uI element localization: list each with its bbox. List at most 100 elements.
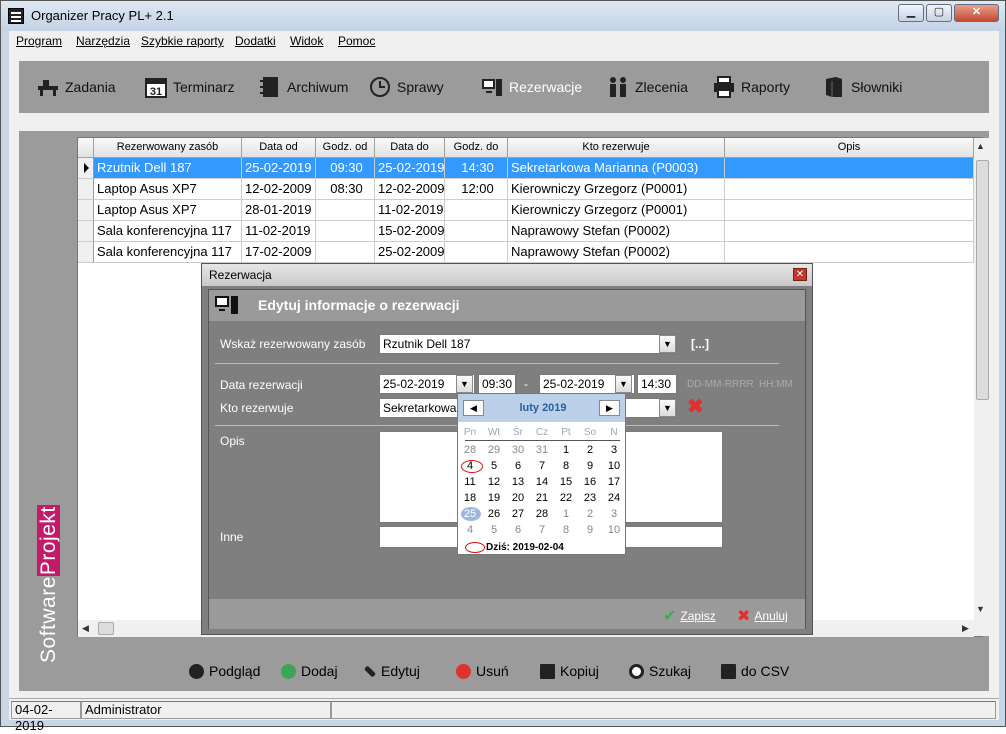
cell-godz-od[interactable]: [316, 221, 375, 242]
date-to-dropdown-button[interactable]: ▼: [615, 375, 632, 393]
scroll-right-icon[interactable]: ▶: [962, 623, 969, 634]
table-row[interactable]: Sala konferencyjna 117 17-02-2009 25-02-…: [78, 242, 974, 263]
cell-kto[interactable]: Sekretarkowa Marianna (P0003): [508, 158, 725, 179]
cell-data-do[interactable]: 11-02-2019: [375, 200, 445, 221]
calendar-day[interactable]: 19: [482, 492, 506, 504]
calendar-day[interactable]: 8: [554, 460, 578, 472]
cell-zasob[interactable]: Laptop Asus XP7: [94, 179, 242, 200]
table-row[interactable]: Rzutnik Dell 187 25-02-2019 09:30 25-02-…: [78, 158, 974, 179]
toolbar-slowniki[interactable]: Słowniki: [823, 73, 902, 101]
calendar-day[interactable]: 25: [458, 508, 482, 520]
next-month-button[interactable]: ▶: [599, 400, 620, 416]
cell-godz-do[interactable]: [445, 242, 508, 263]
dialog-close-button[interactable]: ✕: [793, 268, 807, 281]
calendar-day[interactable]: 14: [530, 476, 554, 488]
cell-godz-od[interactable]: [316, 200, 375, 221]
calendar-day[interactable]: 29: [482, 444, 506, 456]
calendar-day[interactable]: 28: [530, 508, 554, 520]
calendar-day[interactable]: 20: [506, 492, 530, 504]
col-header-opis[interactable]: Opis: [725, 138, 974, 158]
toolbar-terminarz[interactable]: 31 Terminarz: [145, 73, 234, 101]
col-header-data-do[interactable]: Data do: [375, 138, 445, 158]
calendar-day[interactable]: 2: [578, 444, 602, 456]
close-button[interactable]: ✕: [954, 4, 999, 22]
cell-data-do[interactable]: 25-02-2009: [375, 242, 445, 263]
calendar-day[interactable]: 28: [458, 444, 482, 456]
calendar-day[interactable]: 18: [458, 492, 482, 504]
minimize-button[interactable]: ▁: [898, 4, 924, 22]
cell-zasob[interactable]: Sala konferencyjna 117: [94, 242, 242, 263]
toolbar-zadania[interactable]: Zadania: [37, 73, 116, 101]
calendar-day[interactable]: 7: [530, 460, 554, 472]
cell-kto[interactable]: Kierowniczy Grzegorz (P0001): [508, 179, 725, 200]
csv-button[interactable]: do CSV: [721, 663, 789, 679]
calendar-day[interactable]: 13: [506, 476, 530, 488]
calendar-day[interactable]: 11: [458, 476, 482, 488]
col-header-data-od[interactable]: Data od: [242, 138, 316, 158]
calendar-day[interactable]: 9: [578, 524, 602, 536]
calendar-day[interactable]: 7: [530, 524, 554, 536]
calendar-day[interactable]: 6: [506, 460, 530, 472]
table-row[interactable]: Laptop Asus XP7 28-01-2019 11-02-2019 Ki…: [78, 200, 974, 221]
calendar-day[interactable]: 27: [506, 508, 530, 520]
calendar-day[interactable]: 26: [482, 508, 506, 520]
calendar-day[interactable]: 1: [554, 444, 578, 456]
cell-data-od[interactable]: 17-02-2009: [242, 242, 316, 263]
dodaj-button[interactable]: Dodaj: [281, 663, 338, 679]
cancel-button[interactable]: ✖ Anuluj: [737, 606, 788, 626]
calendar-day[interactable]: 21: [530, 492, 554, 504]
calendar-day[interactable]: 4: [458, 460, 482, 472]
clear-who-icon[interactable]: ✖: [687, 397, 705, 417]
cell-zasob[interactable]: Sala konferencyjna 117: [94, 221, 242, 242]
time-from-input[interactable]: 09:30: [478, 374, 516, 394]
scroll-left-icon[interactable]: ◀: [82, 623, 89, 634]
grid-hscroll-thumb[interactable]: [98, 622, 114, 635]
calendar-day[interactable]: 23: [578, 492, 602, 504]
cell-zasob[interactable]: Laptop Asus XP7: [94, 200, 242, 221]
calendar-day[interactable]: 2: [578, 508, 602, 520]
usun-button[interactable]: Usuń: [456, 663, 509, 679]
calendar-day[interactable]: 4: [458, 524, 482, 536]
col-header-godz-do[interactable]: Godz. do: [445, 138, 508, 158]
col-header-kto[interactable]: Kto rezerwuje: [508, 138, 725, 158]
calendar-day[interactable]: 10: [602, 460, 626, 472]
calendar-today-link[interactable]: Dziś: 2019-02-04: [486, 542, 564, 553]
cell-godz-od[interactable]: 08:30: [316, 179, 375, 200]
toolbar-archiwum[interactable]: Archiwum: [259, 73, 348, 101]
calendar-day[interactable]: 8: [554, 524, 578, 536]
calendar-day[interactable]: 22: [554, 492, 578, 504]
kopiuj-button[interactable]: Kopiuj: [540, 663, 599, 679]
cell-godz-do[interactable]: 12:00: [445, 179, 508, 200]
calendar-day[interactable]: 5: [482, 524, 506, 536]
calendar-day[interactable]: 1: [554, 508, 578, 520]
cell-godz-do[interactable]: [445, 200, 508, 221]
podglad-button[interactable]: Podgląd: [189, 663, 260, 679]
calendar-day[interactable]: 24: [602, 492, 626, 504]
scroll-up-icon[interactable]: ▲: [976, 141, 985, 151]
cell-kto[interactable]: Naprawowy Stefan (P0002): [508, 242, 725, 263]
calendar-day[interactable]: 31: [530, 444, 554, 456]
cell-opis[interactable]: [725, 200, 974, 221]
cell-opis[interactable]: [725, 242, 974, 263]
cell-data-od[interactable]: 11-02-2019: [242, 221, 316, 242]
edytuj-button[interactable]: Edytuj: [363, 663, 420, 679]
calendar-day[interactable]: 6: [506, 524, 530, 536]
menu-pomoc[interactable]: Pomoc: [338, 34, 375, 48]
cell-data-do[interactable]: 25-02-2019: [375, 158, 445, 179]
calendar-day[interactable]: 16: [578, 476, 602, 488]
cell-kto[interactable]: Naprawowy Stefan (P0002): [508, 221, 725, 242]
cell-data-od[interactable]: 12-02-2009: [242, 179, 316, 200]
col-header-godz-od[interactable]: Godz. od: [316, 138, 375, 158]
cell-opis[interactable]: [725, 221, 974, 242]
calendar-day[interactable]: 3: [602, 508, 626, 520]
time-to-input[interactable]: 14:30: [637, 374, 677, 394]
resource-select[interactable]: Rzutnik Dell 187: [379, 334, 677, 354]
cell-zasob[interactable]: Rzutnik Dell 187: [94, 158, 242, 179]
date-from-dropdown-button[interactable]: ▼: [456, 375, 473, 393]
cell-data-do[interactable]: 12-02-2009: [375, 179, 445, 200]
resource-browse-button[interactable]: [...]: [691, 337, 709, 351]
cell-godz-od[interactable]: [316, 242, 375, 263]
grid-scroll-thumb[interactable]: [976, 160, 989, 400]
cell-opis[interactable]: [725, 158, 974, 179]
cell-godz-do[interactable]: 14:30: [445, 158, 508, 179]
